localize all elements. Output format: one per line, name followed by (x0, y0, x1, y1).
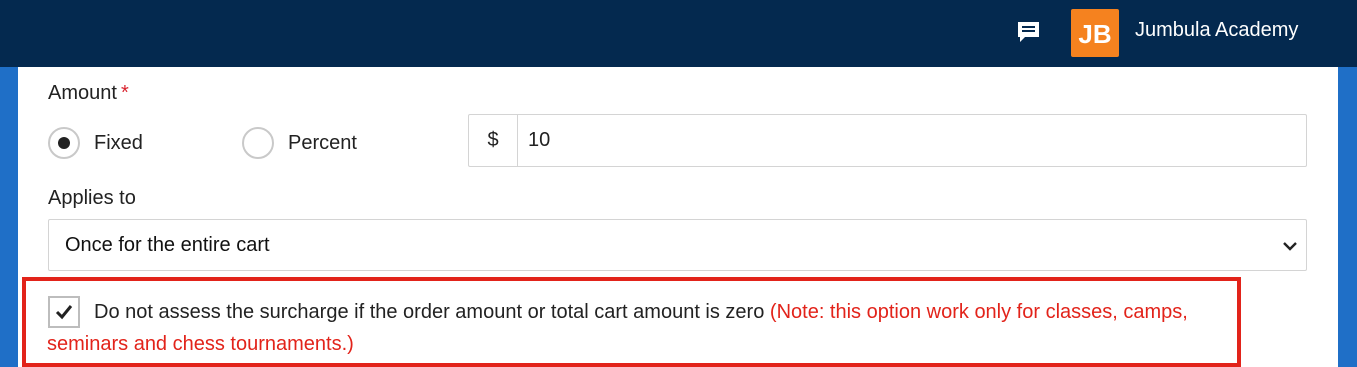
chat-icon[interactable] (1016, 20, 1041, 44)
zero-amount-label: Do not assess the surcharge if the order… (94, 301, 765, 323)
applies-to-label: Applies to (48, 187, 136, 209)
brand-logo[interactable]: JB (1071, 9, 1119, 57)
zero-amount-text: Do not assess the surcharge if the order… (47, 296, 1237, 360)
applies-to-select[interactable]: Once for the entire cart (48, 219, 1307, 271)
amount-label: Amount * (48, 82, 129, 105)
zero-amount-checkbox[interactable] (48, 296, 80, 328)
percent-radio[interactable] (242, 127, 274, 159)
fixed-radio-label[interactable]: Fixed (94, 132, 143, 155)
amount-input[interactable] (519, 115, 1306, 166)
required-mark: * (120, 82, 129, 104)
fixed-radio[interactable] (48, 127, 80, 159)
currency-addon: $ (469, 115, 518, 166)
chevron-down-icon (1282, 239, 1298, 253)
brand-name[interactable]: Jumbula Academy (1135, 19, 1298, 42)
percent-radio-label[interactable]: Percent (288, 132, 357, 155)
amount-label-text: Amount (48, 82, 117, 104)
amount-input-group: $ (468, 114, 1307, 167)
svg-text:JB: JB (1078, 19, 1111, 49)
top-navbar: JB Jumbula Academy (0, 0, 1357, 67)
form-panel: Amount* Fixed Percent $ Applies to Once … (18, 67, 1338, 367)
applies-to-value: Once for the entire cart (65, 234, 270, 256)
checkmark-icon (55, 305, 73, 320)
